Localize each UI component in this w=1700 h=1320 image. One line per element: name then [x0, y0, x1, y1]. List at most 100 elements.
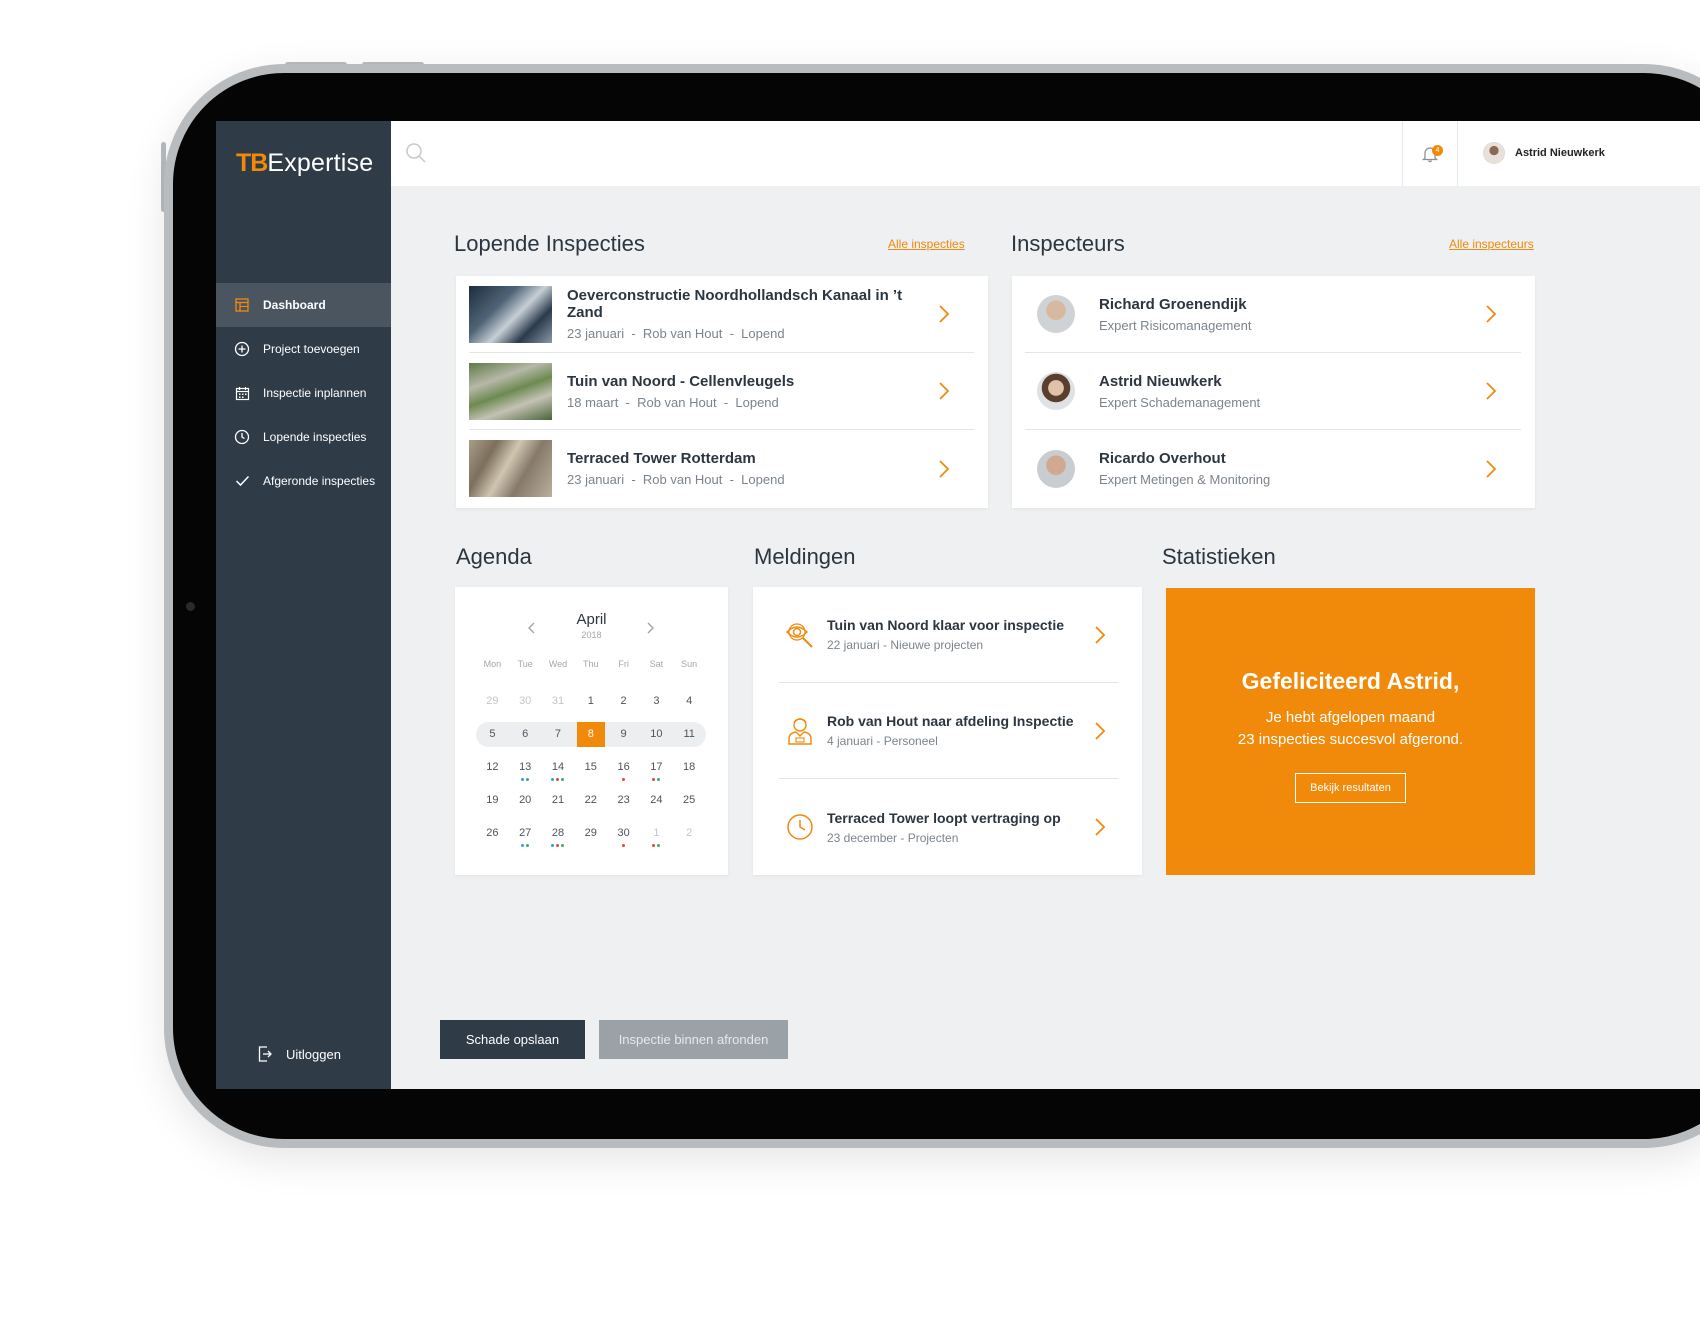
notification-badge: 4	[1432, 145, 1443, 156]
melding-row[interactable]: Rob van Hout naar afdeling Inspectie 4 j…	[779, 683, 1118, 779]
calendar-day[interactable]: 2	[607, 689, 640, 714]
melding-sub: 22 januari - Nieuwe projecten	[827, 638, 984, 652]
calendar-day[interactable]: 14	[542, 755, 575, 781]
calendar-day[interactable]: 7	[542, 722, 575, 747]
camera	[186, 602, 195, 611]
inspecties-card: Oeverconstructie Noordhollandsch Kanaal …	[456, 276, 988, 508]
row-text: Terraced Tower Rotterdam 23 januari - Ro…	[567, 450, 936, 487]
sidebar-item-label: Inspectie inplannen	[263, 386, 367, 400]
calendar-day[interactable]: 22	[574, 788, 607, 813]
calendar-day[interactable]: 29	[574, 821, 607, 846]
chevron-right-icon	[939, 459, 950, 478]
melding-sub: 23 december - Projecten	[827, 830, 959, 845]
calendar-day-selected[interactable]: 8	[576, 722, 605, 747]
plus-circle-icon	[233, 340, 251, 358]
calendar-day[interactable]: 18	[673, 755, 706, 780]
alle-inspecties-link[interactable]: Alle inspecties	[888, 237, 965, 251]
user-menu[interactable]: Astrid Nieuwkerk	[1483, 142, 1605, 164]
calendar-day[interactable]: 28	[542, 821, 575, 847]
calendar-prev-icon[interactable]	[527, 621, 537, 635]
calendar-day[interactable]: 26	[476, 821, 509, 846]
calendar-day[interactable]: 20	[509, 788, 542, 813]
chevron-right-icon	[939, 305, 950, 323]
clock-icon	[783, 810, 817, 844]
bekijk-resultaten-button[interactable]: Bekijk resultaten	[1295, 773, 1406, 803]
event-dots	[509, 844, 542, 847]
sidebar-item-inspectie-inplannen[interactable]: Inspectie inplannen	[216, 371, 391, 415]
calendar-month: April	[576, 611, 607, 628]
logout-label: Uitloggen	[286, 1046, 341, 1062]
weekday-label: Thu	[583, 659, 599, 669]
calendar-week: 12 13 14 15 16 17 18	[476, 751, 706, 784]
calendar-day[interactable]: 12	[476, 755, 509, 780]
inspectie-row[interactable]: Tuin van Noord - Cellenvleugels 18 maart…	[469, 353, 974, 430]
chevron-right-icon	[939, 382, 950, 400]
calendar-day[interactable]: 27	[509, 821, 542, 847]
calendar-day[interactable]: 1	[640, 821, 673, 847]
calendar-header: April 2018	[455, 611, 728, 640]
calendar-day[interactable]: 16	[607, 755, 640, 781]
inspecteur-role: Expert Risicomanagement	[1099, 317, 1252, 333]
calendar-day[interactable]: 5	[476, 722, 509, 747]
calendar-day[interactable]: 11	[673, 722, 706, 747]
weekday-label: Sun	[681, 659, 698, 669]
sidebar-item-project-toevoegen[interactable]: Project toevoegen	[216, 327, 391, 371]
calendar-day[interactable]: 25	[673, 788, 706, 813]
event-dots	[542, 844, 575, 847]
inspecteur-row[interactable]: Richard Groenendijk Expert Risicomanagem…	[1025, 276, 1521, 353]
inspectie-row[interactable]: Terraced Tower Rotterdam 23 januari - Ro…	[469, 430, 974, 507]
search-icon[interactable]	[405, 142, 427, 169]
calendar-day[interactable]: 19	[476, 788, 509, 813]
calendar-day[interactable]: 6	[509, 722, 542, 747]
alle-inspecteurs-link[interactable]: Alle inspecteurs	[1449, 237, 1534, 251]
calendar-day[interactable]: 4	[673, 689, 706, 714]
row-text: Oeverconstructie Noordhollandsch Kanaal …	[567, 287, 936, 341]
inspecteur-avatar	[1037, 295, 1075, 333]
clock-icon	[233, 428, 251, 446]
inspecteur-row[interactable]: Ricardo Overhout Expert Metingen & Monit…	[1025, 430, 1521, 507]
calendar-day[interactable]: 9	[607, 722, 640, 747]
agenda-card: April 2018 Mon Tue Wed Thu Fri Sat Sun 2…	[455, 587, 728, 875]
project-thumbnail	[469, 362, 552, 420]
search-input[interactable]	[437, 136, 1337, 170]
calendar-day[interactable]: 31	[542, 689, 575, 714]
calendar-day[interactable]: 23	[607, 788, 640, 813]
inspecteur-row[interactable]: Astrid Nieuwkerk Expert Schademanagement	[1025, 353, 1521, 430]
inspectie-afronden-button[interactable]: Inspectie binnen afronden	[599, 1020, 788, 1059]
calendar-next-icon[interactable]	[645, 621, 655, 635]
statistieken-title: Statistieken	[1162, 544, 1276, 569]
sidebar-item-dashboard[interactable]: Dashboard	[216, 283, 391, 327]
logout-button[interactable]: Uitloggen	[258, 1046, 341, 1062]
calendar-day[interactable]: 10	[640, 722, 673, 747]
calendar-day[interactable]: 21	[542, 788, 575, 813]
calendar-day[interactable]: 17	[640, 755, 673, 781]
topbar: 4 Astrid Nieuwkerk	[391, 121, 1700, 186]
chevron-right-icon	[1095, 625, 1106, 644]
inspecteur-role: Expert Schademanagement	[1099, 394, 1261, 410]
notifications-button[interactable]: 4	[1402, 121, 1458, 186]
calendar-day[interactable]: 3	[640, 689, 673, 714]
calendar-day[interactable]: 24	[640, 788, 673, 813]
inspecteur-role: Expert Metingen & Monitoring	[1099, 472, 1271, 487]
calendar-day[interactable]: 15	[574, 755, 607, 780]
row-text: Ricardo Overhout Expert Metingen & Monit…	[1099, 450, 1483, 487]
inspectie-meta: 18 maart - Rob van Hout - Lopend	[567, 394, 779, 410]
inspectie-row[interactable]: Oeverconstructie Noordhollandsch Kanaal …	[469, 276, 974, 353]
calendar-day[interactable]: 1	[574, 689, 607, 714]
inspectie-title: Tuin van Noord - Cellenvleugels	[567, 372, 795, 390]
calendar-day[interactable]: 29	[476, 689, 509, 714]
sidebar-item-lopende-inspecties[interactable]: Lopende inspecties	[216, 415, 391, 459]
app-screen: TBExpertise Dashboard Project toevoegen …	[216, 121, 1700, 1089]
calendar-day[interactable]: 30	[607, 821, 640, 847]
calendar-grid: Mon Tue Wed Thu Fri Sat Sun 29 30 31 1 2…	[476, 659, 706, 850]
calendar-day[interactable]: 2	[673, 821, 706, 846]
user-avatar	[1483, 142, 1505, 164]
schade-opslaan-button[interactable]: Schade opslaan	[440, 1020, 585, 1059]
sidebar-item-afgeronde-inspecties[interactable]: Afgeronde inspecties	[216, 459, 391, 503]
app-logo[interactable]: TBExpertise	[236, 149, 373, 178]
calendar-day[interactable]: 30	[509, 689, 542, 714]
calendar-day[interactable]: 13	[509, 755, 542, 781]
row-text: Richard Groenendijk Expert Risicomanagem…	[1099, 296, 1483, 333]
melding-row[interactable]: Tuin van Noord klaar voor inspectie 22 j…	[779, 587, 1118, 683]
melding-row[interactable]: Terraced Tower loopt vertraging op 23 de…	[779, 779, 1118, 875]
